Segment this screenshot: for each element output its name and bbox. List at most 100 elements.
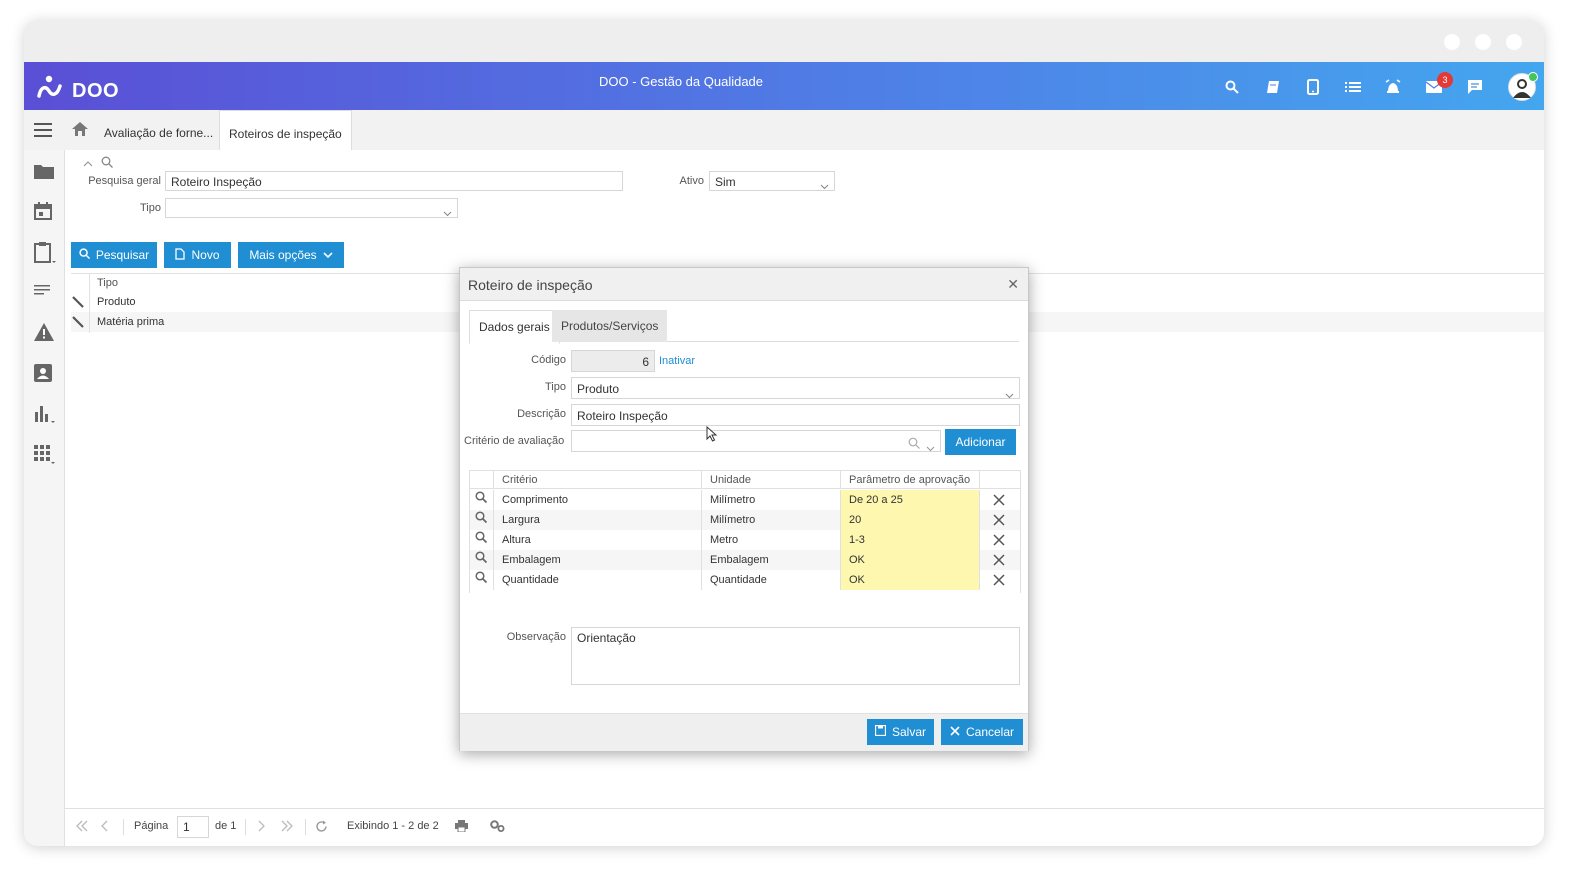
cancel-button[interactable]: Cancelar bbox=[941, 719, 1023, 745]
save-button-label: Salvar bbox=[891, 725, 926, 739]
view-magnifier-icon[interactable] bbox=[470, 550, 494, 570]
edit-pencil-icon[interactable] bbox=[71, 292, 89, 312]
pager: Página 1 de 1 Exibindo 1 - 2 de 2 bbox=[65, 808, 1544, 846]
save-button[interactable]: Salvar bbox=[867, 719, 934, 745]
window-control-dot[interactable] bbox=[1475, 34, 1491, 50]
active-label: Ativo bbox=[679, 175, 704, 187]
folder-icon[interactable] bbox=[34, 162, 54, 182]
table-row[interactable]: Comprimento Milímetro De 20 a 25 bbox=[470, 490, 1020, 510]
remove-row-icon[interactable] bbox=[980, 530, 1020, 550]
chat-icon[interactable] bbox=[1466, 78, 1484, 96]
edit-pencil-icon[interactable] bbox=[71, 312, 89, 332]
chevron-down-icon bbox=[926, 438, 935, 458]
add-criterion-button[interactable]: Adicionar bbox=[945, 429, 1016, 455]
refresh-icon[interactable] bbox=[315, 820, 328, 836]
remove-row-icon[interactable] bbox=[980, 490, 1020, 510]
type-select[interactable] bbox=[165, 198, 458, 218]
criteria-table: Critério Unidade Parâmetro de aprovação … bbox=[469, 470, 1021, 593]
criteria-header-param: Parâmetro de aprovação bbox=[841, 471, 980, 489]
active-select[interactable]: Sim bbox=[709, 171, 835, 191]
criterion-cell: Largura bbox=[494, 510, 702, 530]
home-icon[interactable] bbox=[72, 122, 88, 139]
view-magnifier-icon[interactable] bbox=[470, 490, 494, 510]
search-label: Pesquisa geral bbox=[88, 175, 161, 187]
window-control-dot[interactable] bbox=[1506, 34, 1522, 50]
inspection-route-dialog: Roteiro de inspeção ✕ Dados gerais Produ… bbox=[459, 267, 1029, 751]
bar-chart-icon[interactable] bbox=[34, 404, 55, 424]
search-button-label: Pesquisar bbox=[95, 248, 150, 262]
type-label: Tipo bbox=[545, 381, 566, 393]
prev-page-icon[interactable] bbox=[101, 820, 109, 835]
left-sidebar bbox=[24, 150, 65, 846]
chevron-down-icon bbox=[820, 176, 829, 196]
param-cell[interactable]: OK bbox=[841, 570, 980, 590]
settings-gears-icon[interactable] bbox=[490, 820, 505, 835]
criterion-cell: Quantidade bbox=[494, 570, 702, 590]
param-cell[interactable]: OK bbox=[841, 550, 980, 570]
grid-header-type: Tipo bbox=[97, 277, 118, 289]
next-page-icon[interactable] bbox=[257, 820, 265, 835]
inactivate-link[interactable]: Inativar bbox=[659, 355, 695, 367]
menu-icon[interactable] bbox=[34, 123, 52, 140]
view-magnifier-icon[interactable] bbox=[470, 510, 494, 530]
calendar-icon[interactable] bbox=[34, 202, 54, 222]
window-control-dot[interactable] bbox=[1444, 34, 1460, 50]
app-header: DOO DOO - Gestão da Qualidade 3 bbox=[24, 62, 1544, 110]
filter-search-icon bbox=[101, 156, 113, 171]
list-icon[interactable] bbox=[1344, 78, 1362, 96]
tabs-bar: Avaliação de forne... Roteiros de inspeç… bbox=[24, 110, 1544, 151]
view-magnifier-icon[interactable] bbox=[470, 570, 494, 590]
notification-badge: 3 bbox=[1437, 72, 1453, 88]
apps-grid-icon[interactable] bbox=[34, 445, 55, 465]
table-row[interactable]: Embalagem Embalagem OK bbox=[470, 550, 1020, 570]
param-cell[interactable]: 20 bbox=[841, 510, 980, 530]
unit-cell: Embalagem bbox=[702, 550, 841, 570]
table-row[interactable]: Altura Metro 1-3 bbox=[470, 530, 1020, 550]
criteria-header-criterion: Critério bbox=[494, 471, 702, 489]
view-magnifier-icon[interactable] bbox=[470, 530, 494, 550]
new-button[interactable]: Novo bbox=[164, 242, 231, 268]
tab-general-data[interactable]: Dados gerais bbox=[469, 310, 560, 344]
tab-products-services[interactable]: Produtos/Serviços bbox=[552, 310, 668, 342]
notes-textarea[interactable]: Orientação bbox=[571, 627, 1020, 685]
general-search-input[interactable]: Roteiro Inspeção bbox=[165, 171, 623, 191]
mobile-icon[interactable] bbox=[1304, 78, 1322, 96]
print-icon[interactable] bbox=[455, 820, 468, 835]
dialog-footer: Salvar Cancelar bbox=[460, 713, 1028, 751]
tab-supplier-evaluation[interactable]: Avaliação de forne... bbox=[104, 110, 213, 150]
grid-cell-type: Produto bbox=[97, 296, 136, 308]
remove-row-icon[interactable] bbox=[980, 510, 1020, 530]
param-cell[interactable]: 1-3 bbox=[841, 530, 980, 550]
more-options-button[interactable]: Mais opções bbox=[238, 242, 344, 268]
search-icon[interactable] bbox=[1223, 78, 1241, 96]
search-button[interactable]: Pesquisar bbox=[71, 242, 157, 268]
remove-row-icon[interactable] bbox=[980, 570, 1020, 590]
app-window: DOO DOO - Gestão da Qualidade 3 Avaliaçã… bbox=[24, 20, 1544, 846]
type-label: Tipo bbox=[140, 202, 161, 214]
clipboard-icon[interactable] bbox=[34, 242, 56, 263]
warning-icon[interactable] bbox=[34, 323, 54, 343]
active-select-value: Sim bbox=[715, 175, 736, 189]
tab-inspection-routes[interactable]: Roteiros de inspeção bbox=[219, 110, 352, 151]
page-number-input[interactable]: 1 bbox=[177, 816, 209, 838]
page-of-label: de 1 bbox=[215, 820, 237, 832]
contact-card-icon[interactable] bbox=[34, 364, 54, 384]
criterion-label: Critério de avaliação bbox=[464, 435, 565, 447]
collapse-filters-icon[interactable] bbox=[83, 157, 93, 171]
param-cell[interactable]: De 20 a 25 bbox=[841, 490, 980, 510]
alarm-icon[interactable] bbox=[1384, 78, 1402, 96]
criterion-search-input[interactable] bbox=[571, 430, 941, 452]
mail-icon[interactable]: 3 bbox=[1425, 72, 1453, 96]
book-icon[interactable] bbox=[1264, 78, 1282, 96]
description-input[interactable]: Roteiro Inspeção bbox=[571, 404, 1020, 426]
remove-row-icon[interactable] bbox=[980, 550, 1020, 570]
close-icon[interactable]: ✕ bbox=[1007, 276, 1019, 293]
table-row[interactable]: Quantidade Quantidade OK bbox=[470, 570, 1020, 590]
user-avatar[interactable] bbox=[1508, 72, 1538, 101]
type-select-value: Produto bbox=[577, 382, 620, 396]
type-select[interactable]: Produto bbox=[571, 377, 1020, 399]
first-page-icon[interactable] bbox=[75, 820, 89, 835]
lines-icon[interactable] bbox=[34, 283, 54, 303]
table-row[interactable]: Largura Milímetro 20 bbox=[470, 510, 1020, 530]
last-page-icon[interactable] bbox=[280, 820, 294, 835]
